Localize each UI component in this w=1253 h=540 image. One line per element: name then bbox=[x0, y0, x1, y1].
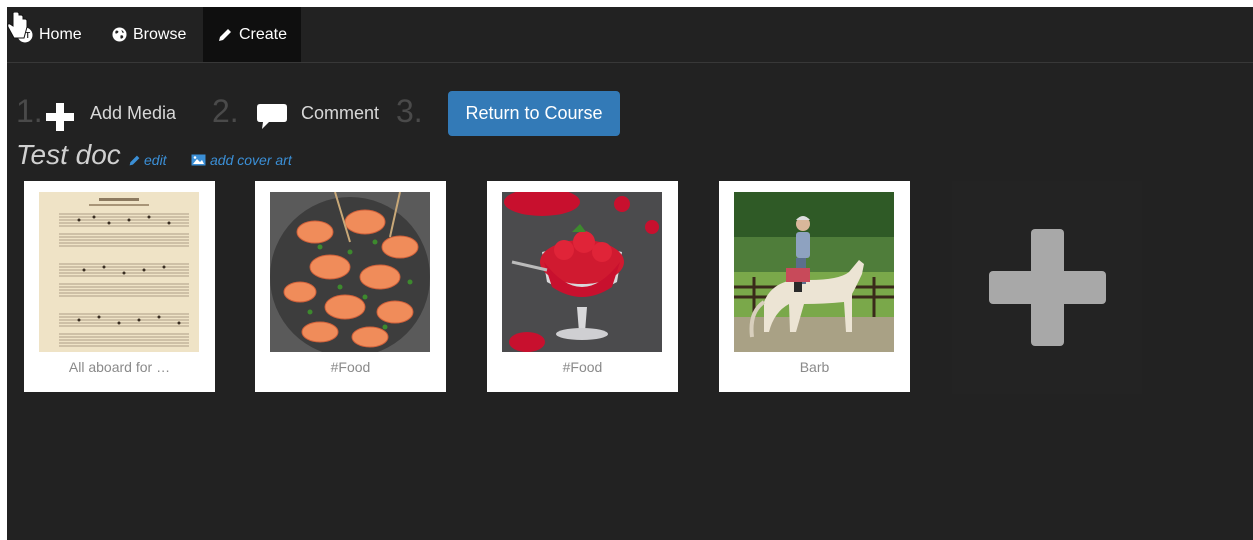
pencil-icon bbox=[129, 155, 140, 165]
strawberry-dessert-image bbox=[502, 192, 662, 352]
nav-create-label: Create bbox=[239, 25, 288, 43]
return-to-course-button[interactable]: Return to Course bbox=[448, 91, 620, 136]
globe-icon bbox=[112, 27, 127, 42]
shrimp-dish-image bbox=[270, 192, 430, 352]
media-caption: #Food bbox=[330, 359, 371, 375]
comment-icon[interactable] bbox=[257, 104, 287, 130]
step-1-number: 1. bbox=[16, 93, 43, 129]
app-container: VT Home Browse Create 1. Add Media 2. bbox=[7, 7, 1253, 540]
media-card[interactable]: #Food bbox=[487, 181, 678, 392]
comment-link[interactable]: Comment bbox=[301, 103, 379, 124]
nav-home[interactable]: VT Home bbox=[17, 7, 97, 62]
image-icon bbox=[191, 154, 206, 166]
add-cover-art-link[interactable]: add cover art bbox=[191, 152, 292, 168]
media-caption: All aboard for … bbox=[68, 359, 171, 375]
hand-cursor-icon bbox=[7, 12, 28, 39]
sheet-music-image bbox=[39, 192, 199, 352]
nav-browse[interactable]: Browse bbox=[112, 7, 194, 62]
add-media-tile[interactable] bbox=[952, 181, 1142, 394]
media-card[interactable]: #Food bbox=[255, 181, 446, 392]
step-2-number: 2. bbox=[212, 93, 239, 129]
document-title: Test doc bbox=[16, 139, 121, 170]
media-caption: #Food bbox=[562, 359, 603, 375]
step-3-number: 3. bbox=[396, 93, 423, 129]
add-media-link[interactable]: Add Media bbox=[90, 103, 176, 124]
media-card[interactable]: Barb bbox=[719, 181, 910, 392]
plus-icon[interactable] bbox=[46, 103, 74, 131]
horse-rider-image bbox=[734, 192, 894, 352]
add-cover-art-label: add cover art bbox=[210, 152, 292, 168]
nav-home-label: Home bbox=[39, 25, 82, 43]
pencil-icon bbox=[217, 27, 233, 43]
media-caption: Barb bbox=[799, 359, 830, 375]
edit-title-link[interactable]: edit bbox=[128, 152, 167, 168]
plus-icon bbox=[988, 229, 1106, 346]
edit-label: edit bbox=[144, 152, 167, 168]
media-card[interactable]: All aboard for … bbox=[24, 181, 215, 392]
top-navbar: VT Home Browse Create bbox=[7, 7, 1253, 63]
nav-browse-label: Browse bbox=[133, 25, 187, 43]
nav-create[interactable]: Create bbox=[203, 7, 301, 62]
